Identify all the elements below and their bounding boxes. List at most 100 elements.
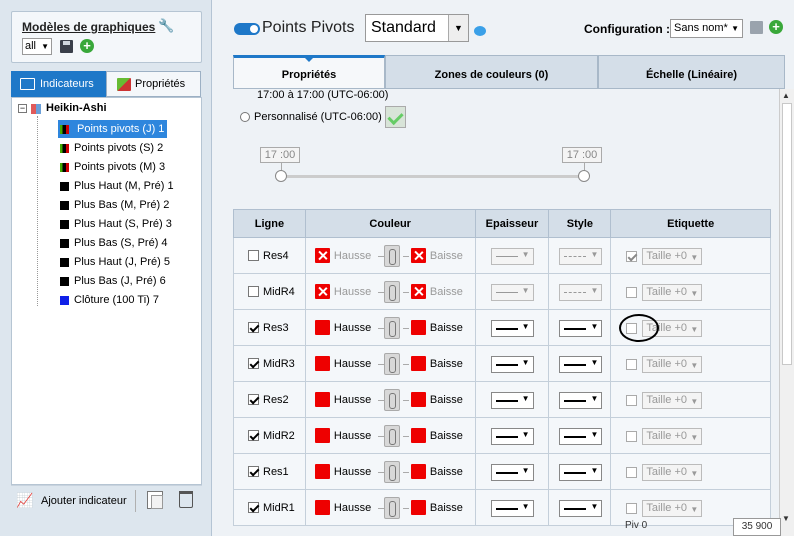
scroll-up-icon[interactable]: ▲ bbox=[782, 91, 790, 100]
tree-item[interactable]: Points pivots (S) 2 bbox=[58, 139, 163, 157]
label-size-select[interactable]: Taille +0 ▼ bbox=[642, 392, 703, 409]
style-select[interactable]: Standard ▼ bbox=[365, 14, 469, 42]
down-color-swatch[interactable] bbox=[410, 500, 426, 515]
label-checkbox[interactable] bbox=[626, 251, 638, 262]
add-indicator-icon[interactable]: 📈 bbox=[16, 492, 36, 508]
label-checkbox[interactable] bbox=[626, 431, 638, 442]
line-checkbox[interactable] bbox=[248, 358, 259, 370]
up-color-swatch[interactable] bbox=[314, 464, 330, 479]
add-config-icon[interactable]: + bbox=[769, 20, 783, 34]
link-icon[interactable] bbox=[383, 497, 400, 519]
down-color-swatch[interactable] bbox=[410, 356, 426, 371]
up-color-swatch[interactable] bbox=[314, 284, 330, 299]
label-size-select[interactable]: Taille +0 ▼ bbox=[642, 248, 703, 265]
tab-indicators[interactable]: Indicateurs bbox=[11, 71, 106, 97]
tree-item[interactable]: Points pivots (J) 1 bbox=[58, 120, 168, 138]
up-color-swatch[interactable] bbox=[314, 248, 330, 263]
style-select[interactable]: ▼ bbox=[559, 248, 603, 265]
start-time-field[interactable]: 17 :00 bbox=[260, 147, 300, 163]
tree-item[interactable]: Plus Haut (M, Pré) 1 bbox=[58, 177, 174, 195]
style-select[interactable]: ▼ bbox=[559, 284, 603, 301]
copy-icon[interactable] bbox=[147, 491, 163, 509]
templates-title[interactable]: Modèles de graphiques bbox=[22, 20, 155, 34]
trash-icon[interactable] bbox=[179, 491, 193, 508]
collapse-icon[interactable]: − bbox=[18, 104, 27, 113]
label-size-select[interactable]: Taille +0 ▼ bbox=[642, 356, 703, 373]
style-select[interactable]: ▼ bbox=[559, 500, 603, 517]
down-color-swatch[interactable] bbox=[410, 284, 426, 299]
link-icon[interactable] bbox=[383, 389, 400, 411]
thickness-select[interactable]: ▼ bbox=[490, 392, 534, 409]
up-color-swatch[interactable] bbox=[314, 500, 330, 515]
line-checkbox[interactable] bbox=[248, 322, 259, 334]
link-icon[interactable] bbox=[383, 317, 400, 339]
save-icon[interactable] bbox=[60, 40, 73, 53]
label-checkbox[interactable] bbox=[626, 503, 638, 514]
link-icon[interactable] bbox=[383, 425, 400, 447]
tree-item[interactable]: Plus Bas (S, Pré) 4 bbox=[58, 234, 168, 252]
style-select[interactable]: ▼ bbox=[559, 464, 603, 481]
thickness-select[interactable]: ▼ bbox=[490, 500, 534, 517]
label-size-select[interactable]: Taille +0 ▼ bbox=[642, 428, 703, 445]
tree-item[interactable]: Points pivots (M) 3 bbox=[58, 158, 165, 176]
add-indicator-button[interactable]: Ajouter indicateur bbox=[41, 495, 127, 507]
apply-check-button[interactable] bbox=[385, 106, 406, 128]
label-size-select[interactable]: Taille +0 ▼ bbox=[642, 284, 703, 301]
line-checkbox[interactable] bbox=[248, 466, 259, 478]
scroll-down-icon[interactable]: ▼ bbox=[782, 514, 790, 523]
down-color-swatch[interactable] bbox=[410, 392, 426, 407]
tab-scale[interactable]: Échelle (Linéaire) bbox=[598, 55, 785, 89]
down-color-swatch[interactable] bbox=[410, 320, 426, 335]
thickness-select[interactable]: ▼ bbox=[490, 248, 534, 265]
up-color-swatch[interactable] bbox=[314, 428, 330, 443]
end-time-field[interactable]: 17 :00 bbox=[562, 147, 602, 163]
scroll-thumb[interactable] bbox=[782, 103, 792, 365]
label-checkbox[interactable] bbox=[626, 395, 638, 406]
custom-session-radio[interactable] bbox=[240, 112, 250, 122]
style-select[interactable]: ▼ bbox=[559, 392, 603, 409]
tree-item[interactable]: Plus Haut (J, Pré) 5 bbox=[58, 253, 170, 271]
tree-item[interactable]: Clôture (100 Ti) 7 bbox=[58, 291, 159, 309]
tree-root-label[interactable]: Heikin-Ashi bbox=[46, 102, 107, 114]
tree-item[interactable]: Plus Haut (S, Pré) 3 bbox=[58, 215, 172, 233]
label-checkbox[interactable] bbox=[626, 359, 638, 370]
thickness-select[interactable]: ▼ bbox=[490, 464, 534, 481]
line-checkbox[interactable] bbox=[248, 502, 259, 514]
style-select[interactable]: ▼ bbox=[559, 356, 603, 373]
thickness-select[interactable]: ▼ bbox=[490, 356, 534, 373]
link-icon[interactable] bbox=[383, 461, 400, 483]
template-filter-select[interactable]: all ▼ bbox=[22, 38, 52, 55]
link-icon[interactable] bbox=[383, 281, 400, 303]
line-checkbox[interactable] bbox=[248, 286, 259, 298]
line-checkbox[interactable] bbox=[248, 430, 259, 442]
thickness-select[interactable]: ▼ bbox=[490, 320, 534, 337]
link-icon[interactable] bbox=[383, 245, 400, 267]
line-checkbox[interactable] bbox=[248, 394, 259, 406]
down-color-swatch[interactable] bbox=[410, 464, 426, 479]
link-icon[interactable] bbox=[383, 353, 400, 375]
configuration-select[interactable]: Sans nom* ▼ bbox=[670, 19, 743, 38]
tab-properties-main[interactable]: Propriétés bbox=[233, 55, 385, 89]
line-checkbox[interactable] bbox=[248, 250, 259, 262]
thickness-select[interactable]: ▼ bbox=[490, 428, 534, 445]
tab-properties[interactable]: Propriétés bbox=[106, 71, 201, 97]
label-size-select[interactable]: Taille +0 ▼ bbox=[642, 464, 703, 481]
info-bubble-icon[interactable] bbox=[474, 26, 486, 36]
label-size-select[interactable]: Taille +0 ▼ bbox=[642, 500, 703, 517]
slider-end-handle[interactable] bbox=[578, 170, 590, 182]
label-checkbox[interactable] bbox=[626, 287, 638, 298]
up-color-swatch[interactable] bbox=[314, 392, 330, 407]
slider-start-handle[interactable] bbox=[275, 170, 287, 182]
indicator-toggle[interactable] bbox=[234, 23, 260, 35]
style-select[interactable]: ▼ bbox=[559, 428, 603, 445]
up-color-swatch[interactable] bbox=[314, 320, 330, 335]
save-config-icon[interactable] bbox=[750, 21, 763, 34]
tab-color-zones[interactable]: Zones de couleurs (0) bbox=[385, 55, 598, 89]
scrollbar[interactable]: ▲ ▼ bbox=[779, 89, 794, 536]
down-color-swatch[interactable] bbox=[410, 248, 426, 263]
tree-item[interactable]: Plus Bas (M, Pré) 2 bbox=[58, 196, 169, 214]
style-select[interactable]: ▼ bbox=[559, 320, 603, 337]
up-color-swatch[interactable] bbox=[314, 356, 330, 371]
thickness-select[interactable]: ▼ bbox=[490, 284, 534, 301]
session-slider-track[interactable] bbox=[281, 175, 585, 178]
